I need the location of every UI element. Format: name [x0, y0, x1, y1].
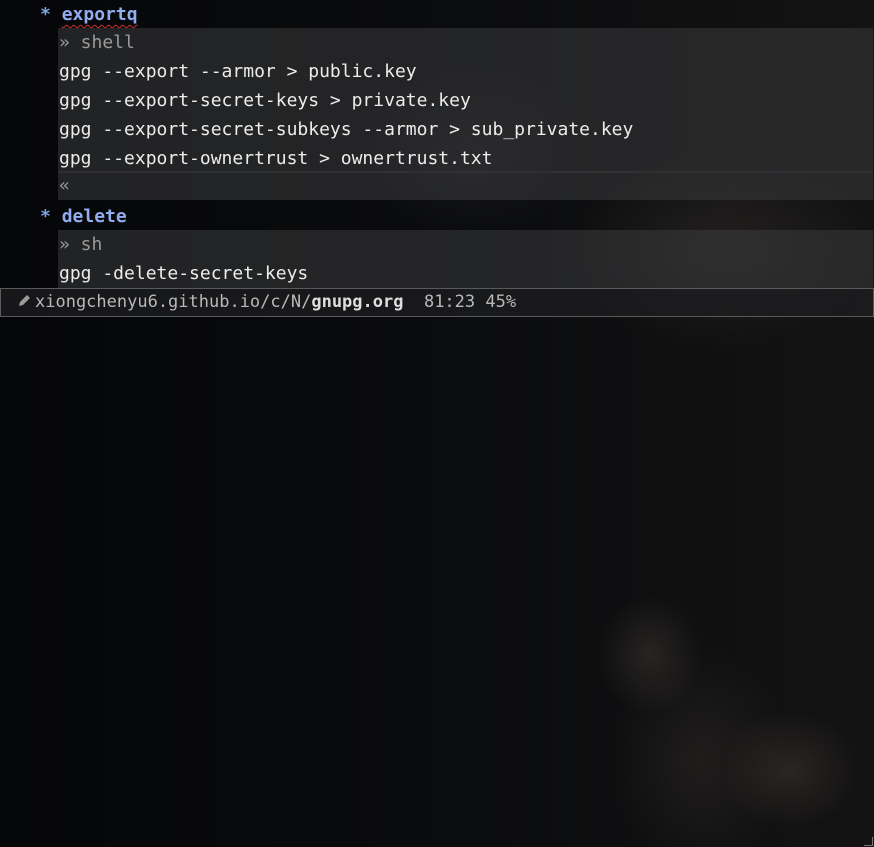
mode-line[interactable]: xiongchenyu6.github.io/c/N/gnupg.org 81:… — [0, 288, 874, 317]
buffer-percent: 45% — [485, 292, 517, 312]
code-line[interactable]: gpg --export-secret-subkeys --armor > su… — [58, 115, 873, 144]
org-heading-exportq[interactable]: * exportq — [40, 0, 860, 29]
org-heading-delete[interactable]: * delete — [40, 202, 860, 231]
heading-star: * — [40, 206, 51, 227]
code-line[interactable]: gpg -delete-secret-keys — [58, 259, 873, 288]
heading-title: exportq — [61, 4, 138, 25]
code-line[interactable]: gpg --export-ownertrust > ownertrust.txt — [58, 144, 873, 173]
file-path: xiongchenyu6.github.io/c/N/ — [35, 292, 312, 312]
code-line[interactable]: gpg --export --armor > public.key — [58, 57, 873, 86]
src-block-begin[interactable]: » shell — [58, 28, 873, 57]
code-line[interactable]: gpg --export-secret-keys > private.key — [58, 86, 873, 115]
heading-star: * — [40, 4, 51, 25]
cursor-position: 81:23 — [423, 292, 476, 312]
edit-pen-icon — [17, 289, 31, 316]
src-block-end[interactable]: « — [58, 171, 873, 200]
file-name: gnupg.org — [311, 292, 404, 312]
window-resize-handle[interactable] — [864, 837, 873, 846]
src-block-begin[interactable]: » sh — [58, 230, 873, 259]
heading-title: delete — [61, 206, 127, 227]
